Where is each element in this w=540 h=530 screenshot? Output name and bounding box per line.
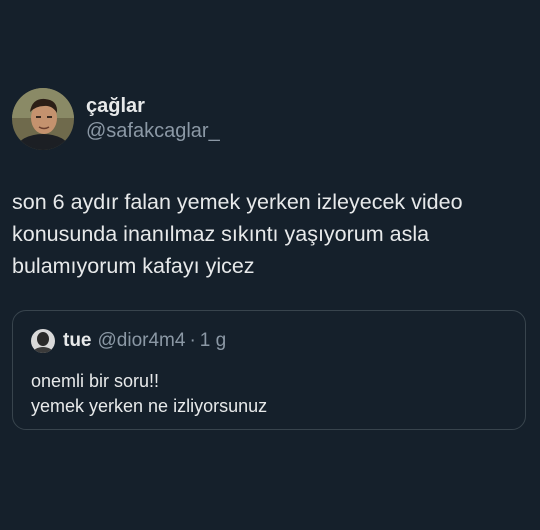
- tweet-header: çağlar @safakcaglar_: [12, 88, 528, 150]
- quoted-timestamp[interactable]: 1 g: [200, 329, 226, 353]
- profile-photo-icon: [12, 88, 74, 150]
- quoted-display-name[interactable]: tue: [63, 329, 92, 353]
- profile-photo-icon: [31, 329, 55, 353]
- quoted-tweet-text: onemli bir soru!! yemek yerken ne izliyo…: [31, 371, 268, 416]
- quoted-tweet-header: tue @dior4m4 · 1 g: [31, 329, 226, 353]
- author-names: çağlar @safakcaglar_: [86, 94, 220, 144]
- quoted-tweet[interactable]: tue @dior4m4 · 1 g onemli bir soru!! yem…: [12, 310, 526, 430]
- display-name[interactable]: çağlar: [86, 94, 220, 118]
- tweet-text: son 6 aydır falan yemek yerken izleyecek…: [12, 190, 463, 278]
- separator-dot: ·: [189, 330, 196, 351]
- user-handle[interactable]: @safakcaglar_: [86, 118, 220, 144]
- quoted-avatar[interactable]: [31, 329, 55, 353]
- tweet: çağlar @safakcaglar_ son 6 aydır falan y…: [12, 88, 528, 282]
- avatar[interactable]: [12, 88, 74, 150]
- quoted-user-handle[interactable]: @dior4m4: [98, 329, 186, 353]
